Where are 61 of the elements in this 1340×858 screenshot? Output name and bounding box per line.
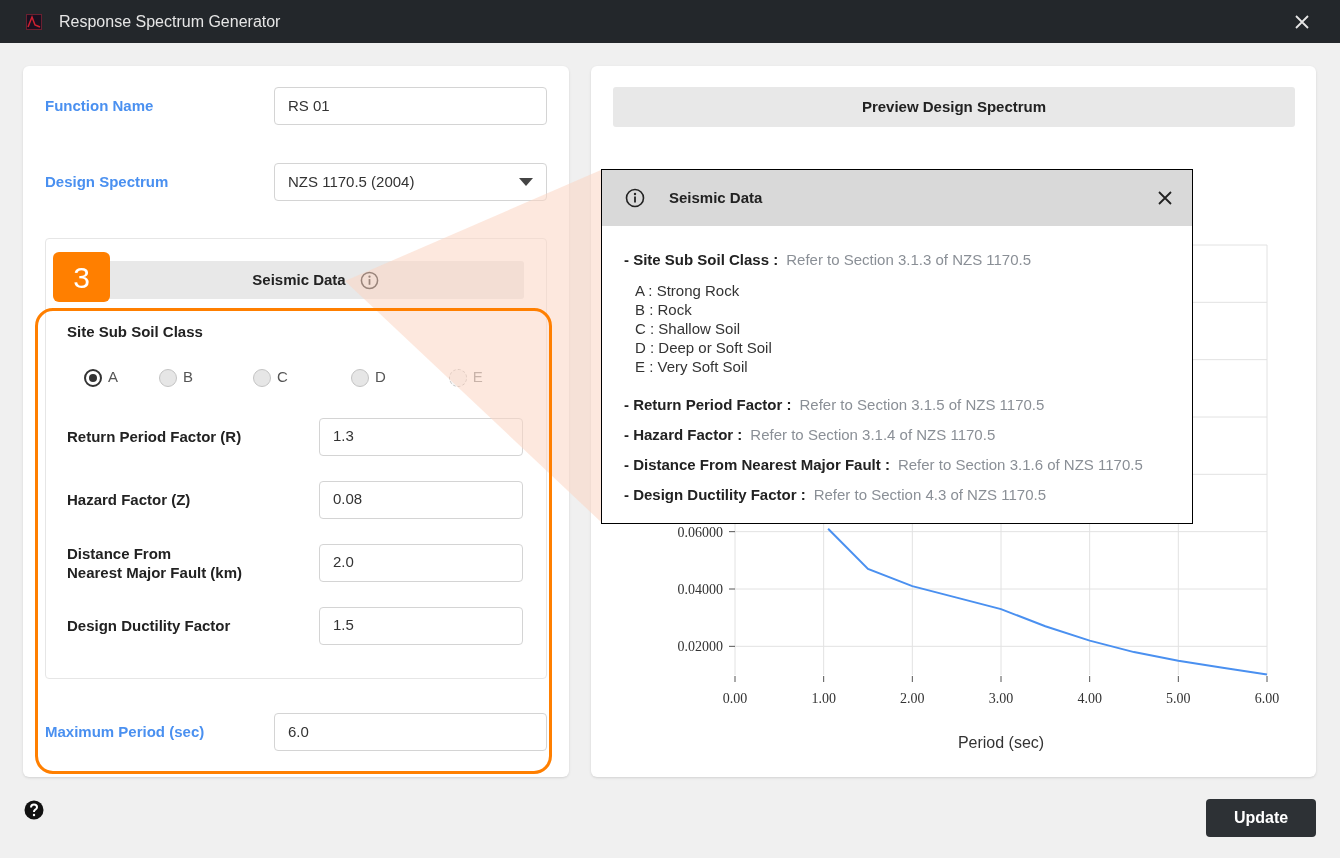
popup-title: Seismic Data — [669, 187, 763, 208]
window-title: Response Spectrum Generator — [59, 11, 281, 32]
name-field[interactable]: RS 01 — [274, 87, 547, 125]
info-label: - Return Period Factor : — [624, 396, 792, 414]
soil-class-item: B : Rock — [635, 300, 693, 319]
y-tick-label: 0.02000 — [677, 639, 723, 655]
x-tick-label: 1.00 — [811, 691, 836, 706]
info-icon — [359, 270, 379, 290]
soil-class-item: D : Deep or Soft Soil — [635, 338, 773, 357]
field-label: Distance From Nearest Major Fault (km) — [67, 543, 244, 582]
section-reference: Refer to Section 3.1.6 of NZS 1170.5 — [897, 456, 1143, 474]
y-tick — [728, 531, 736, 533]
field-label: Maximum Period (sec) — [45, 721, 206, 742]
close-icon — [1295, 14, 1309, 29]
field-label: Hazard Factor (Z) — [67, 490, 192, 509]
section-reference: Refer to Section 3.1.4 of NZS 1170.5 — [750, 426, 996, 444]
close-icon[interactable] — [1158, 191, 1172, 205]
caret-icon — [519, 178, 533, 186]
field-label: Function Name — [45, 95, 155, 116]
info-icon — [625, 188, 645, 208]
x-tick-label: 3.00 — [988, 691, 1014, 706]
section-title: Seismic Data — [252, 269, 346, 290]
spectrum-dropdown[interactable]: NZS 1170.5 (2004) — [274, 163, 547, 201]
help-icon[interactable] — [24, 800, 44, 820]
y-tick — [728, 588, 736, 590]
soil-class-item: C : Shallow Soil — [635, 319, 742, 338]
preview-button[interactable]: Preview Design Spectrum — [613, 87, 1295, 127]
x-tick-label: 0.00 — [722, 691, 748, 706]
y-tick-label: 0.06000 — [677, 524, 723, 540]
info-label: - Distance From Nearest Major Fault : — [624, 456, 890, 474]
input-field[interactable]: 0.08 — [319, 480, 523, 519]
field-label: Return Period Factor (R) — [67, 427, 243, 446]
x-tick-label: 6.00 — [1254, 691, 1280, 706]
info-label: - Hazard Factor : — [624, 426, 743, 444]
step-badge: 3 — [53, 252, 110, 302]
input-field[interactable]: 1.5 — [319, 606, 523, 645]
x-tick-label: 2.00 — [900, 691, 925, 706]
radio-option[interactable]: A — [84, 366, 118, 389]
section-reference: Refer to Section 3.1.5 of NZS 1170.5 — [799, 396, 1045, 414]
section-reference: Refer to Section 4.3 of NZS 1170.5 — [813, 486, 1047, 504]
x-tick-label: 5.00 — [1166, 691, 1191, 706]
radio-option[interactable]: C — [253, 366, 288, 389]
update-button[interactable]: Update — [1206, 799, 1316, 837]
radio-option[interactable]: D — [350, 366, 386, 389]
soil-class-item: E : Very Soft Soil — [635, 357, 749, 376]
input-field[interactable]: 1.3 — [319, 417, 523, 456]
field-label: Site Sub Soil Class — [67, 322, 204, 342]
input-field[interactable]: 6.0 — [274, 713, 547, 751]
field-label: Design Ductility Factor — [67, 616, 232, 635]
x-tick-label: 4.00 — [1077, 691, 1102, 706]
app-logo-icon — [26, 13, 42, 30]
soil-class-item: A : Strong Rock — [635, 281, 741, 300]
x-axis-title: Period (sec) — [957, 734, 1045, 751]
section-reference: Refer to Section 3.1.3 of NZS 1170.5 — [786, 251, 1032, 269]
info-label: - Site Sub Soil Class : — [624, 251, 779, 269]
input-field[interactable]: 2.0 — [319, 543, 523, 582]
field-label: Design Spectrum — [45, 171, 170, 192]
y-tick — [728, 645, 736, 647]
y-tick-label: 0.04000 — [677, 582, 723, 597]
radio-option[interactable]: B — [159, 366, 194, 389]
info-label: - Design Ductility Factor : — [624, 486, 806, 504]
